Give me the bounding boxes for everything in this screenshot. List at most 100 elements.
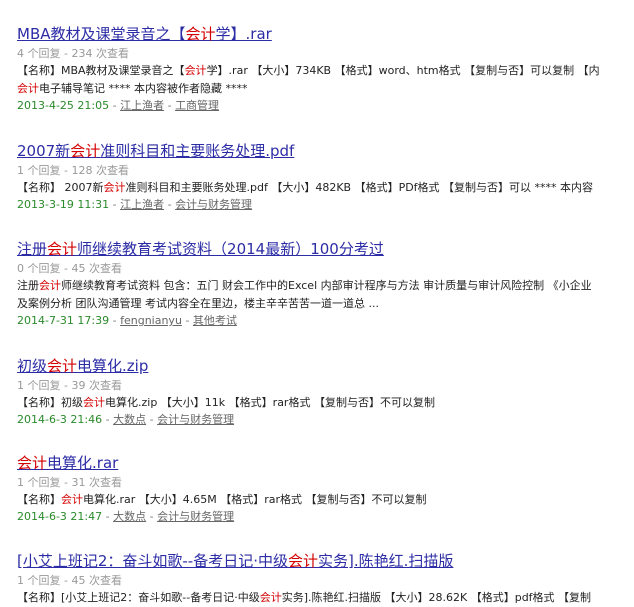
meta-separator: - <box>112 99 121 112</box>
meta-separator: - <box>149 510 158 523</box>
result-meta: 2014-6-3 21:46 - 大数点 - 会计与财务管理 <box>17 412 634 428</box>
keyword-highlight: 会计 <box>17 82 39 95</box>
keyword-highlight: 会计 <box>259 591 282 604</box>
result-category-link[interactable]: 会计与财务管理 <box>157 510 234 523</box>
result-item: 2007新会计准则科目和主要账务处理.pdf 1 个回复 - 128 次查看 【… <box>17 141 634 213</box>
result-title-link[interactable]: 会计电算化.rar <box>17 453 634 473</box>
result-category-link[interactable]: 工商管理 <box>175 99 219 112</box>
text-segment: 电算化.rar 【大小】4.65M 【格式】rar格式 【复制与否】不可以复制 <box>83 493 427 506</box>
text-segment: 初级 <box>17 357 48 375</box>
text-segment: 【名称】初级 <box>17 396 83 409</box>
result-author-link[interactable]: 大数点 <box>113 413 146 426</box>
text-segment: 学】.rar <box>215 25 272 43</box>
result-author-link[interactable]: 江上渔者 <box>120 198 164 211</box>
snippet-line: 会计电子辅导笔记 **** 本内容被作者隐藏 **** <box>17 80 634 98</box>
keyword-highlight: 会计 <box>47 240 78 258</box>
result-snippet: 【名称】会计电算化.rar 【大小】4.65M 【格式】rar格式 【复制与否】… <box>17 491 634 509</box>
result-author-link[interactable]: 江上渔者 <box>120 99 164 112</box>
result-snippet: 【名称】 2007新会计准则科目和主要账务处理.pdf 【大小】482KB 【格… <box>17 179 634 197</box>
result-snippet: 【名称】初级会计电算化.zip 【大小】11k 【格式】rar格式 【复制与否】… <box>17 394 634 412</box>
snippet-line: 【名称】初级会计电算化.zip 【大小】11k 【格式】rar格式 【复制与否】… <box>17 394 634 412</box>
text-segment: 【名称】[小艾上班记2：奋斗如歌--备考日记·中级 <box>17 591 260 604</box>
result-meta: 2014-6-3 21:47 - 大数点 - 会计与财务管理 <box>17 509 634 525</box>
meta-separator: - <box>149 413 158 426</box>
result-date: 2014-6-3 21:46 <box>17 413 103 426</box>
result-meta: 2014-7-31 17:39 - fengnianyu - 其他考试 <box>17 313 634 329</box>
result-date: 2013-3-19 11:31 <box>17 198 110 211</box>
result-title-link[interactable]: 注册会计师继续教育考试资料（2014最新）100分考过 <box>17 239 634 259</box>
text-segment: 实务].陈艳红.扫描版 【大小】28.62K 【格式】pdf格式 【复制 <box>281 591 592 604</box>
text-segment: [小艾上班记2：奋斗如歌--备考日记·中级 <box>17 552 288 570</box>
meta-separator: - <box>185 314 193 327</box>
result-item: 初级会计电算化.zip 1 个回复 - 39 次查看 【名称】初级会计电算化.z… <box>17 356 634 428</box>
result-item: MBA教材及课堂录音之【会计学】.rar 4 个回复 - 234 次查看 【名称… <box>17 24 634 114</box>
result-title-link[interactable]: 初级会计电算化.zip <box>17 356 634 376</box>
text-segment: 电子辅导笔记 **** 本内容被作者隐藏 **** <box>39 82 248 95</box>
snippet-line: 【名称】会计电算化.rar 【大小】4.65M 【格式】rar格式 【复制与否】… <box>17 491 634 509</box>
keyword-highlight: 会计 <box>61 493 83 506</box>
keyword-highlight: 会计 <box>39 279 61 292</box>
meta-separator: - <box>105 510 114 523</box>
text-segment: 电算化.rar <box>47 454 119 472</box>
keyword-highlight: 会计 <box>17 454 48 472</box>
meta-separator: - <box>112 198 121 211</box>
text-segment: 注册 <box>17 279 39 292</box>
text-segment: 学】.rar 【大小】734KB 【格式】word、htm格式 【复制与否】可以… <box>206 64 600 77</box>
snippet-line: 【名称】[小艾上班记2：奋斗如歌--备考日记·中级会计实务].陈艳红.扫描版 【… <box>17 589 634 607</box>
keyword-highlight: 会计 <box>47 357 78 375</box>
keyword-highlight: 会计 <box>185 25 216 43</box>
result-category-link[interactable]: 会计与财务管理 <box>175 198 252 211</box>
keyword-highlight: 会计 <box>184 64 207 77</box>
result-category-link[interactable]: 会计与财务管理 <box>157 413 234 426</box>
result-stats: 1 个回复 - 39 次查看 <box>17 379 122 392</box>
text-segment: 电算化.zip <box>77 357 149 375</box>
result-date: 2014-7-31 17:39 <box>17 314 110 327</box>
text-segment: 注册 <box>17 240 48 258</box>
meta-separator: - <box>112 314 121 327</box>
result-category-link[interactable]: 其他考试 <box>193 314 237 327</box>
text-segment: 准则科目和主要账务处理.pdf <box>100 142 295 160</box>
text-segment: 【名称】MBA教材及课堂录音之【 <box>17 64 185 77</box>
text-segment: 师继续教育考试资料 包含：五门 财会工作中的Excel 内部审计程序与方法 审计… <box>61 279 592 292</box>
text-segment: 实务].陈艳红.扫描版 <box>318 552 454 570</box>
result-meta: 2013-4-25 21:05 - 江上渔者 - 工商管理 <box>17 98 634 114</box>
text-segment: 电算化.zip 【大小】11k 【格式】rar格式 【复制与否】不可以复制 <box>105 396 435 409</box>
keyword-highlight: 会计 <box>83 396 105 409</box>
result-stats: 1 个回复 - 31 次查看 <box>17 476 122 489</box>
keyword-highlight: 会计 <box>288 552 319 570</box>
snippet-line: 【名称】 2007新会计准则科目和主要账务处理.pdf 【大小】482KB 【格… <box>17 179 634 197</box>
text-segment: 2007新 <box>17 142 71 160</box>
result-stats: 1 个回复 - 128 次查看 <box>17 164 129 177</box>
snippet-line: 注册会计师继续教育考试资料 包含：五门 财会工作中的Excel 内部审计程序与方… <box>17 277 634 295</box>
text-segment: 及案例分析 团队沟通管理 考试内容全在里边，楼主辛辛苦苦一道一道总 ... <box>17 297 379 310</box>
result-item: [小艾上班记2：奋斗如歌--备考日记·中级会计实务].陈艳红.扫描版 1 个回复… <box>17 551 634 607</box>
result-date: 2013-4-25 21:05 <box>17 99 110 112</box>
result-title-link[interactable]: 2007新会计准则科目和主要账务处理.pdf <box>17 141 634 161</box>
meta-separator: - <box>167 99 176 112</box>
result-stats: 0 个回复 - 45 次查看 <box>17 262 122 275</box>
result-stats: 4 个回复 - 234 次查看 <box>17 47 129 60</box>
result-item: 注册会计师继续教育考试资料（2014最新）100分考过 0 个回复 - 45 次… <box>17 239 634 329</box>
result-title-link[interactable]: [小艾上班记2：奋斗如歌--备考日记·中级会计实务].陈艳红.扫描版 <box>17 551 634 571</box>
result-date: 2014-6-3 21:47 <box>17 510 103 523</box>
result-snippet: 【名称】MBA教材及课堂录音之【会计学】.rar 【大小】734KB 【格式】w… <box>17 62 634 98</box>
text-segment: MBA教材及课堂录音之【 <box>17 25 186 43</box>
result-snippet: 【名称】[小艾上班记2：奋斗如歌--备考日记·中级会计实务].陈艳红.扫描版 【… <box>17 589 634 607</box>
meta-separator: - <box>105 413 114 426</box>
result-author-link[interactable]: 大数点 <box>113 510 146 523</box>
text-segment: 师继续教育考试资料（2014最新）100分考过 <box>77 240 384 258</box>
result-author-link[interactable]: fengnianyu <box>120 314 182 327</box>
snippet-line: 及案例分析 团队沟通管理 考试内容全在里边，楼主辛辛苦苦一道一道总 ... <box>17 295 634 313</box>
text-segment: 【名称】 <box>17 493 61 506</box>
result-meta: 2013-3-19 11:31 - 江上渔者 - 会计与财务管理 <box>17 197 634 213</box>
meta-separator: - <box>167 198 176 211</box>
keyword-highlight: 会计 <box>103 181 126 194</box>
snippet-line: 【名称】MBA教材及课堂录音之【会计学】.rar 【大小】734KB 【格式】w… <box>17 62 634 80</box>
keyword-highlight: 会计 <box>70 142 101 160</box>
result-stats: 1 个回复 - 45 次查看 <box>17 574 122 587</box>
result-item: 会计电算化.rar 1 个回复 - 31 次查看 【名称】会计电算化.rar 【… <box>17 453 634 525</box>
text-segment: 准则科目和主要账务处理.pdf 【大小】482KB 【格式】PDf格式 【复制与… <box>125 181 594 194</box>
result-snippet: 注册会计师继续教育考试资料 包含：五门 财会工作中的Excel 内部审计程序与方… <box>17 277 634 313</box>
result-title-link[interactable]: MBA教材及课堂录音之【会计学】.rar <box>17 24 634 44</box>
text-segment: 【名称】 2007新 <box>17 181 104 194</box>
